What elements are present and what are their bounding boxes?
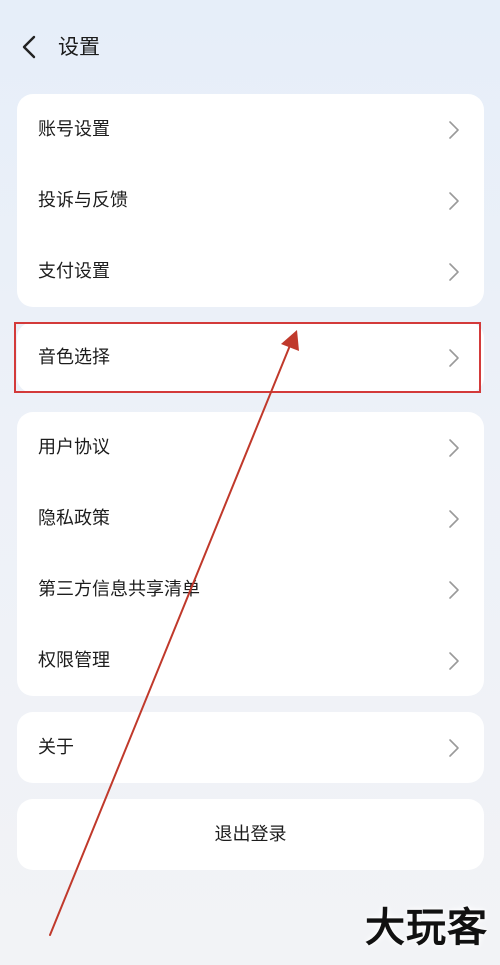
chevron-right-icon xyxy=(449,263,459,281)
chevron-right-icon xyxy=(449,439,459,457)
settings-item-label: 音色选择 xyxy=(38,347,110,368)
chevron-right-icon xyxy=(449,192,459,210)
settings-item-label: 隐私政策 xyxy=(38,508,110,529)
settings-item-feedback[interactable]: 投诉与反馈 xyxy=(17,165,484,236)
logout-label: 退出登录 xyxy=(214,824,287,845)
settings-group-voice: 音色选择 xyxy=(17,322,484,393)
navigation-bar: 设置 xyxy=(0,22,500,74)
settings-item-third-party-sharing[interactable]: 第三方信息共享清单 xyxy=(17,554,484,625)
settings-item-privacy-policy[interactable]: 隐私政策 xyxy=(17,483,484,554)
chevron-right-icon xyxy=(449,652,459,670)
settings-group-about: 关于 xyxy=(17,712,484,783)
settings-item-label: 第三方信息共享清单 xyxy=(38,579,200,600)
settings-item-about[interactable]: 关于 xyxy=(17,712,484,783)
settings-item-voice[interactable]: 音色选择 xyxy=(17,322,484,393)
settings-item-account[interactable]: 账号设置 xyxy=(17,94,484,165)
settings-item-label: 权限管理 xyxy=(38,650,110,671)
settings-group-legal: 用户协议 隐私政策 第三方信息共享清单 权限管理 xyxy=(17,412,484,696)
settings-item-label: 支付设置 xyxy=(38,261,110,282)
chevron-left-icon xyxy=(22,35,36,59)
logout-button[interactable]: 退出登录 xyxy=(17,799,484,870)
chevron-right-icon xyxy=(449,581,459,599)
chevron-right-icon xyxy=(449,510,459,528)
chevron-right-icon xyxy=(449,739,459,757)
settings-item-label: 投诉与反馈 xyxy=(38,190,128,211)
settings-group-account: 账号设置 投诉与反馈 支付设置 xyxy=(17,94,484,307)
settings-item-label: 用户协议 xyxy=(38,437,110,458)
chevron-right-icon xyxy=(449,349,459,367)
settings-item-label: 关于 xyxy=(38,737,74,758)
chevron-right-icon xyxy=(449,121,459,139)
page-title: 设置 xyxy=(58,35,100,59)
settings-item-user-agreement[interactable]: 用户协议 xyxy=(17,412,484,483)
back-button[interactable] xyxy=(14,30,48,64)
settings-item-label: 账号设置 xyxy=(38,119,110,140)
status-bar xyxy=(0,0,500,8)
settings-item-permissions[interactable]: 权限管理 xyxy=(17,625,484,696)
settings-item-payment[interactable]: 支付设置 xyxy=(17,236,484,307)
watermark-logo: 大玩客 xyxy=(365,904,488,951)
